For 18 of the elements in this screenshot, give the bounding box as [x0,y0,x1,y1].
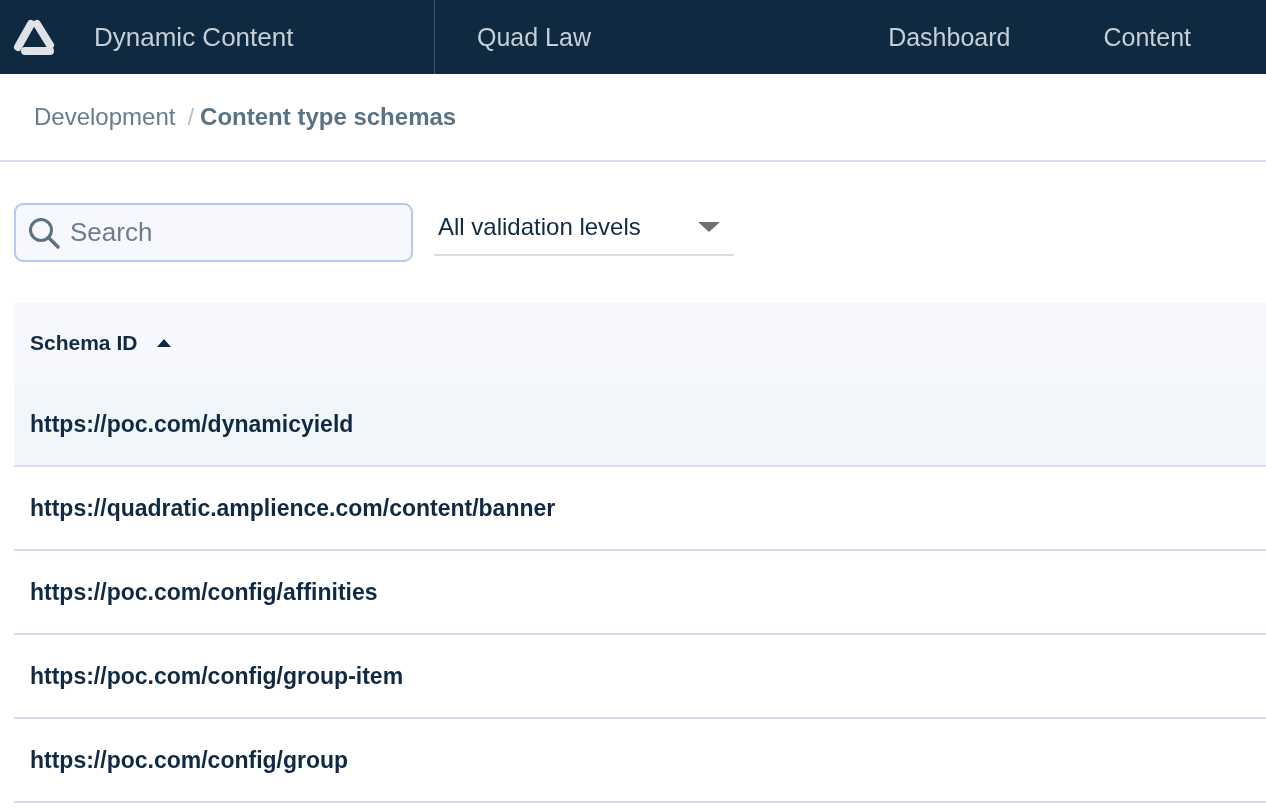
validation-level-dropdown[interactable]: All validation levels [434,203,734,256]
table-row[interactable]: https://poc.com/config/affinities [14,551,1266,635]
triangle-logo-icon[interactable] [12,18,56,56]
caret-down-icon [698,221,720,232]
table-row[interactable]: https://poc.com/config/group [14,719,1266,803]
breadcrumb-link[interactable]: Development [34,103,176,131]
table-row[interactable]: https://poc.com/config/group-item [14,635,1266,719]
table-row[interactable]: https://poc.com/dynamicyield [14,383,1266,467]
search-icon [28,217,60,249]
column-header[interactable]: Schema ID [30,331,172,355]
breadcrumb-current: Content type schemas [200,103,457,131]
hub-name[interactable]: Quad Law [477,22,591,52]
table-row[interactable]: https://quadratic.amplience.com/content/banner [14,467,1266,551]
nav-link[interactable]: Content [1062,0,1232,74]
search-field[interactable]: Search [14,203,413,262]
breadcrumb-separator: / [187,103,195,131]
app-name: Dynamic Content [94,21,294,53]
nav-link[interactable]: Dashboard [847,0,1063,74]
